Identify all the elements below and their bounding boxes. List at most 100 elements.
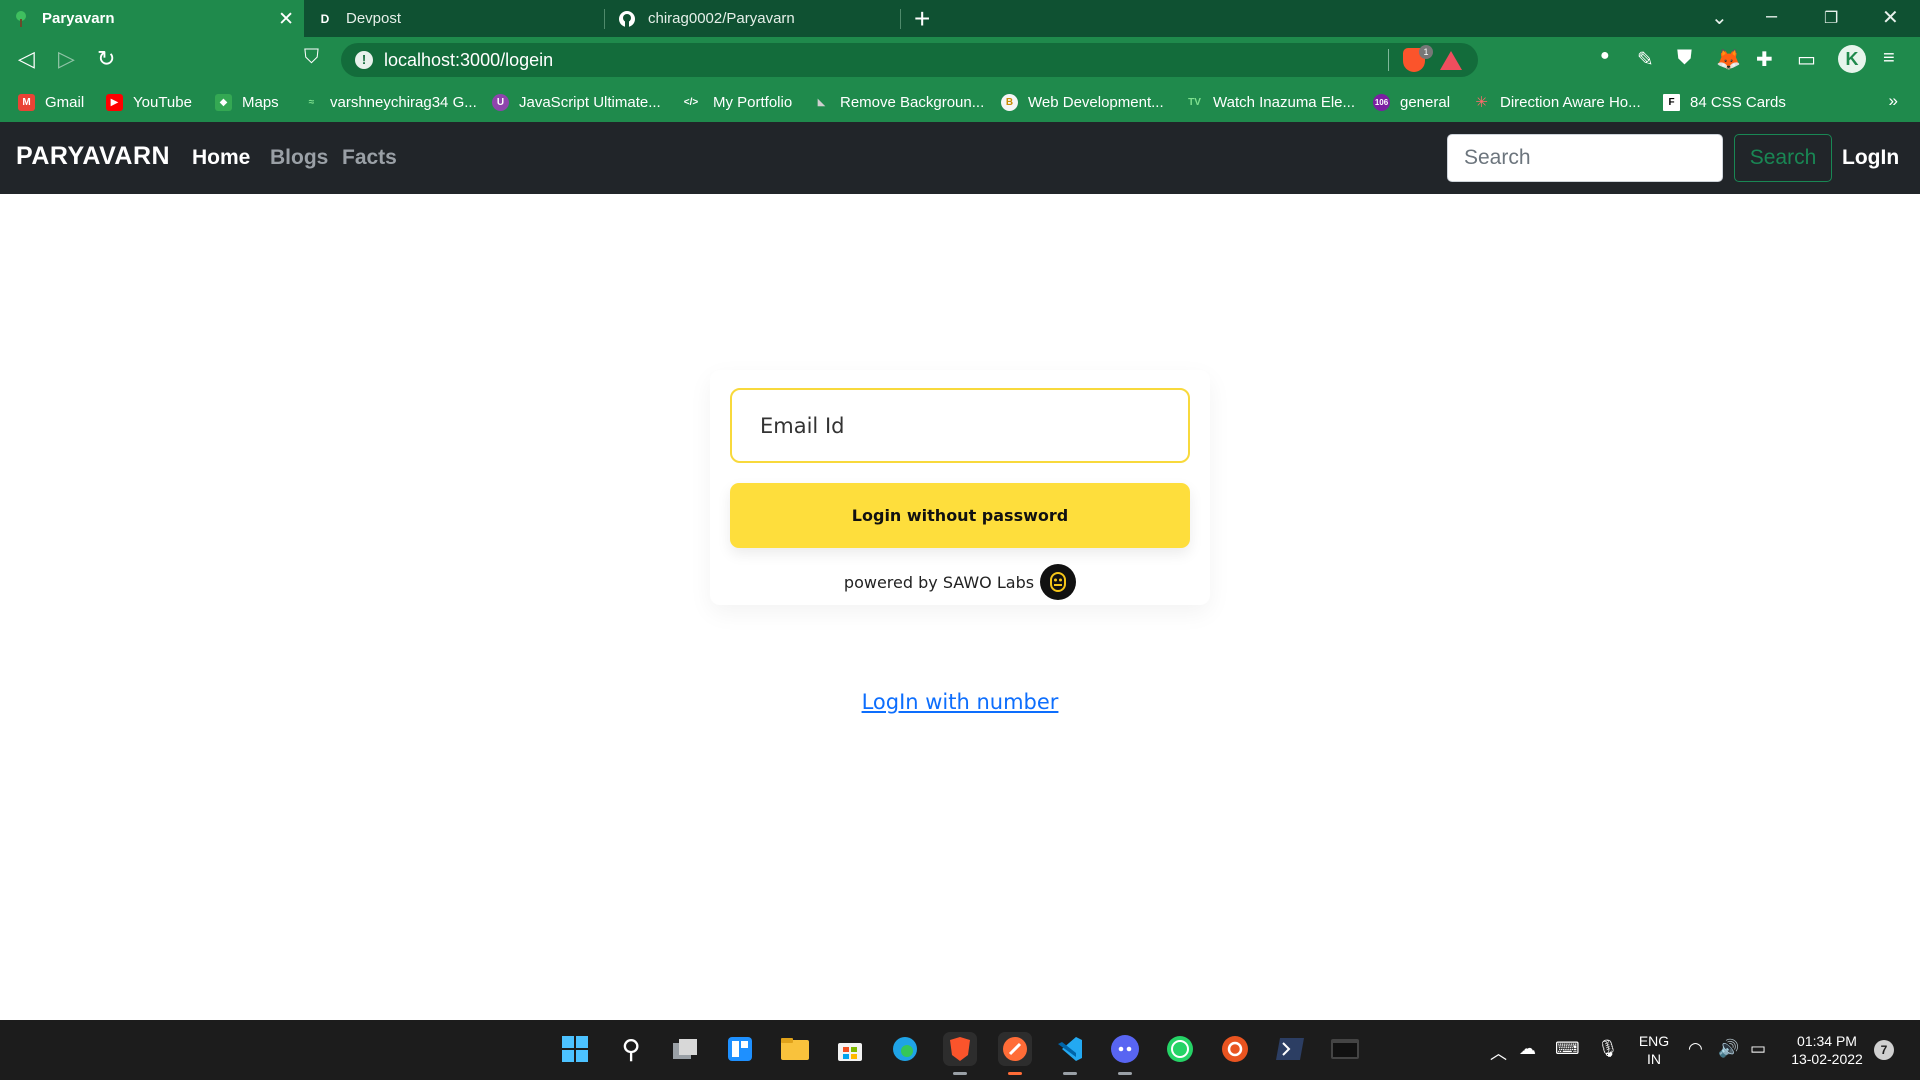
menu-icon[interactable]: ≡ — [1883, 47, 1895, 70]
metamask-fox-icon[interactable]: 🦊 — [1716, 47, 1741, 72]
minimize-icon[interactable]: – — [1766, 5, 1777, 28]
tab-title: Paryavarn — [42, 10, 115, 27]
email-field[interactable] — [730, 388, 1190, 463]
address-divider — [1388, 49, 1389, 71]
extension-pen-icon[interactable]: ✎ — [1637, 47, 1654, 72]
nav-home[interactable]: Home — [192, 146, 250, 170]
onedrive-cloud-icon[interactable]: ☁ — [1519, 1039, 1536, 1059]
nav-facts[interactable]: Facts — [342, 146, 397, 170]
bookmark-direction-aware[interactable]: ✳ Direction Aware Ho... — [1473, 82, 1641, 122]
running-indicator — [1008, 1072, 1022, 1075]
windows-taskbar: ⚲ ︿ ☁ ⌨ 🎙 ENG IN ◠ 🔊 ▭ 01:34 PM 13-02-20… — [0, 1020, 1920, 1080]
search-input[interactable] — [1447, 134, 1723, 182]
asterisk-icon: ✳ — [1475, 94, 1488, 111]
powered-by-text: powered by SAWO Labs — [843, 572, 1035, 592]
ubuntu-icon[interactable] — [1218, 1032, 1252, 1066]
search-button[interactable]: Search — [1734, 134, 1832, 182]
bookmark-web-dev[interactable]: B Web Development... — [1001, 82, 1164, 122]
widgets-icon[interactable] — [723, 1032, 757, 1066]
extensions-puzzle-icon[interactable]: ✚ — [1756, 47, 1773, 72]
login-with-number-text[interactable]: LogIn with number — [862, 690, 1059, 714]
bookmark-gmail[interactable]: M Gmail — [18, 82, 84, 122]
tree-icon — [12, 10, 30, 28]
brave-browser-icon[interactable] — [943, 1032, 977, 1066]
discord-icon[interactable] — [1108, 1032, 1142, 1066]
bookmark-label: YouTube — [133, 93, 192, 111]
forward-icon[interactable]: ▷ — [58, 46, 75, 72]
language-indicator[interactable]: ENG IN — [1634, 1032, 1674, 1068]
bookmark-javascript[interactable]: U JavaScript Ultimate... — [492, 82, 661, 122]
profile-avatar[interactable]: K — [1838, 45, 1866, 73]
bookmark-maps[interactable]: ◆ Maps — [215, 82, 279, 122]
clock[interactable]: 01:34 PM 13-02-2022 — [1785, 1032, 1869, 1068]
address-bar[interactable]: ! localhost:3000/logein 1 — [341, 43, 1478, 77]
bookmark-remove-bg[interactable]: ◣ Remove Backgroun... — [813, 82, 985, 122]
wifi-icon[interactable]: ◠ — [1688, 1039, 1703, 1059]
region-code: IN — [1647, 1051, 1661, 1067]
url-text[interactable]: localhost:3000/logein — [384, 50, 553, 71]
extension-dropper-icon[interactable]: ● — [1600, 47, 1610, 65]
bookmark-label: Direction Aware Ho... — [1500, 93, 1641, 111]
postman-icon[interactable] — [998, 1032, 1032, 1066]
clock-time: 01:34 PM — [1797, 1033, 1857, 1049]
site-info-icon[interactable]: ! — [355, 51, 373, 69]
tab-devpost[interactable]: D Devpost — [304, 0, 604, 37]
clock-date: 13-02-2022 — [1791, 1051, 1863, 1067]
browser-toolbar: ◁ ▷ ↻ ⛉ ! localhost:3000/logein 1 ● ✎ ⛊ … — [0, 37, 1920, 82]
file-explorer-icon[interactable] — [778, 1032, 812, 1066]
nav-blogs[interactable]: Blogs — [270, 146, 328, 170]
bookmark-label: Web Development... — [1028, 93, 1164, 111]
microphone-icon[interactable]: 🎙 — [1597, 1039, 1619, 1059]
tab-github[interactable]: chirag0002/Paryavarn — [606, 0, 900, 37]
sawo-login-card: Login without password powered by SAWO L… — [710, 370, 1210, 605]
login-without-password-button[interactable]: Login without password — [730, 483, 1190, 548]
bookmark-label: varshneychirag34 G... — [330, 93, 477, 111]
terminal-icon[interactable] — [1328, 1032, 1362, 1066]
back-icon[interactable]: ◁ — [18, 46, 35, 72]
windows-start-icon[interactable] — [558, 1032, 592, 1066]
keyboard-icon[interactable]: ⌨ — [1555, 1039, 1580, 1059]
new-tab-icon[interactable]: + — [914, 3, 930, 35]
bookmark-label: JavaScript Ultimate... — [519, 93, 661, 111]
volume-icon[interactable]: 🔊 — [1718, 1039, 1739, 1059]
tab-title: chirag0002/Paryavarn — [648, 10, 795, 27]
notification-count-badge[interactable]: 7 — [1874, 1040, 1894, 1060]
extension-shield-icon[interactable]: ⛊ — [1677, 47, 1692, 70]
tab-search-chevron-icon[interactable]: ⌄ — [1711, 5, 1728, 30]
more-bookmarks-icon[interactable]: » — [1889, 91, 1898, 111]
site-navbar: PARYAVARN Home Blogs Facts Search LogIn — [0, 122, 1920, 194]
bookmark-label: Gmail — [45, 93, 85, 111]
nav-login[interactable]: LogIn — [1842, 146, 1899, 170]
microsoft-store-icon[interactable] — [833, 1032, 867, 1066]
running-indicator — [1118, 1072, 1132, 1075]
search-icon[interactable]: ⚲ — [614, 1032, 648, 1066]
github-icon — [618, 10, 636, 28]
bookmark-icon[interactable]: ⛉ — [304, 46, 319, 69]
bookmark-youtube[interactable]: ▶ YouTube — [106, 82, 192, 122]
show-hidden-icons-chevron-icon[interactable]: ︿ — [1490, 1039, 1507, 1064]
wallet-icon[interactable]: ▭ — [1797, 47, 1816, 72]
powershell-icon[interactable] — [1273, 1032, 1307, 1066]
bookmark-css-cards[interactable]: F 84 CSS Cards — [1663, 82, 1786, 122]
battery-icon[interactable]: ▭ — [1750, 1039, 1766, 1059]
restore-icon[interactable]: ❐ — [1824, 8, 1838, 28]
running-indicator — [1063, 1072, 1077, 1075]
bookmark-portfolio[interactable]: </> My Portfolio — [679, 82, 792, 122]
vscode-icon[interactable] — [1053, 1032, 1087, 1066]
close-tab-icon[interactable]: ✕ — [278, 8, 294, 31]
close-window-icon[interactable]: ✕ — [1882, 5, 1899, 30]
bookmark-inazuma[interactable]: TV Watch Inazuma Ele... — [1186, 82, 1355, 122]
tab-paryavarn[interactable]: Paryavarn ✕ — [0, 0, 304, 37]
login-with-number-link[interactable]: LogIn with number — [0, 690, 1920, 714]
bookmark-general[interactable]: 106 general — [1373, 82, 1450, 122]
brand-logo[interactable]: PARYAVARN — [16, 142, 170, 171]
edge-browser-icon[interactable] — [888, 1032, 922, 1066]
maps-pin-icon: ◆ — [215, 93, 232, 111]
bookmark-varshneychirag[interactable]: ≈ varshneychirag34 G... — [303, 82, 477, 122]
tv-icon: TV — [1188, 96, 1201, 108]
task-view-icon[interactable] — [668, 1032, 702, 1066]
reload-icon[interactable]: ↻ — [97, 46, 115, 72]
brave-rewards-icon[interactable] — [1440, 51, 1462, 70]
whatsapp-icon[interactable] — [1163, 1032, 1197, 1066]
running-indicator — [953, 1072, 967, 1075]
